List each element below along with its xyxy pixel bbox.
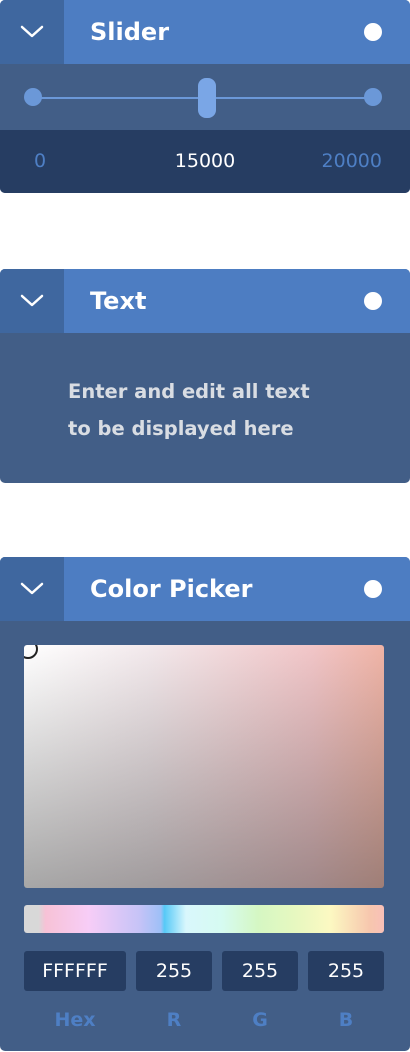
red-input[interactable]: 255 xyxy=(136,951,212,991)
hex-input[interactable]: FFFFFF xyxy=(24,951,126,991)
slider-panel-title: Slider xyxy=(90,18,170,46)
color-field-labels: Hex R G B xyxy=(0,1005,410,1035)
text-collapse-button[interactable] xyxy=(0,269,64,333)
green-input[interactable]: 255 xyxy=(222,951,298,991)
text-panel-body[interactable]: Enter and edit all text to be displayed … xyxy=(68,373,378,447)
saturation-value-area[interactable] xyxy=(24,645,384,888)
text-panel-title: Text xyxy=(90,287,147,315)
text-body-line: to be displayed here xyxy=(68,417,294,440)
slider-panel-header: Slider xyxy=(0,0,410,64)
status-dot-icon[interactable] xyxy=(364,580,382,598)
text-panel-header: Text xyxy=(0,269,410,333)
blue-input[interactable]: 255 xyxy=(308,951,384,991)
slider-collapse-button[interactable] xyxy=(0,0,64,64)
chevron-down-icon xyxy=(20,294,44,307)
slider-labels: 0 15000 20000 xyxy=(0,130,410,193)
color-panel-header: Color Picker xyxy=(0,557,410,621)
color-picker-panel: Color Picker FFFFFF 255 255 255 Hex R G … xyxy=(0,557,410,1051)
color-collapse-button[interactable] xyxy=(0,557,64,621)
blue-label: B xyxy=(338,1009,354,1031)
text-panel: Text Enter and edit all text to be displ… xyxy=(0,269,410,483)
red-label: R xyxy=(166,1009,182,1031)
color-panel-title: Color Picker xyxy=(90,575,253,603)
slider-panel: Slider 0 15000 20000 xyxy=(0,0,410,193)
green-label: G xyxy=(252,1009,268,1031)
slider-min-marker xyxy=(24,88,42,106)
hex-label: Hex xyxy=(54,1009,96,1031)
slider-max-label: 20000 xyxy=(321,150,382,172)
chevron-down-icon xyxy=(20,25,44,38)
color-selector-handle[interactable] xyxy=(24,645,38,659)
slider-max-marker xyxy=(364,88,382,106)
status-dot-icon[interactable] xyxy=(364,23,382,41)
hue-slider[interactable] xyxy=(24,905,384,933)
chevron-down-icon xyxy=(20,582,44,595)
slider-control[interactable] xyxy=(0,64,410,130)
slider-thumb[interactable] xyxy=(198,78,216,118)
status-dot-icon[interactable] xyxy=(364,292,382,310)
text-body-line: Enter and edit all text xyxy=(68,380,310,403)
color-fields: FFFFFF 255 255 255 xyxy=(0,951,410,991)
